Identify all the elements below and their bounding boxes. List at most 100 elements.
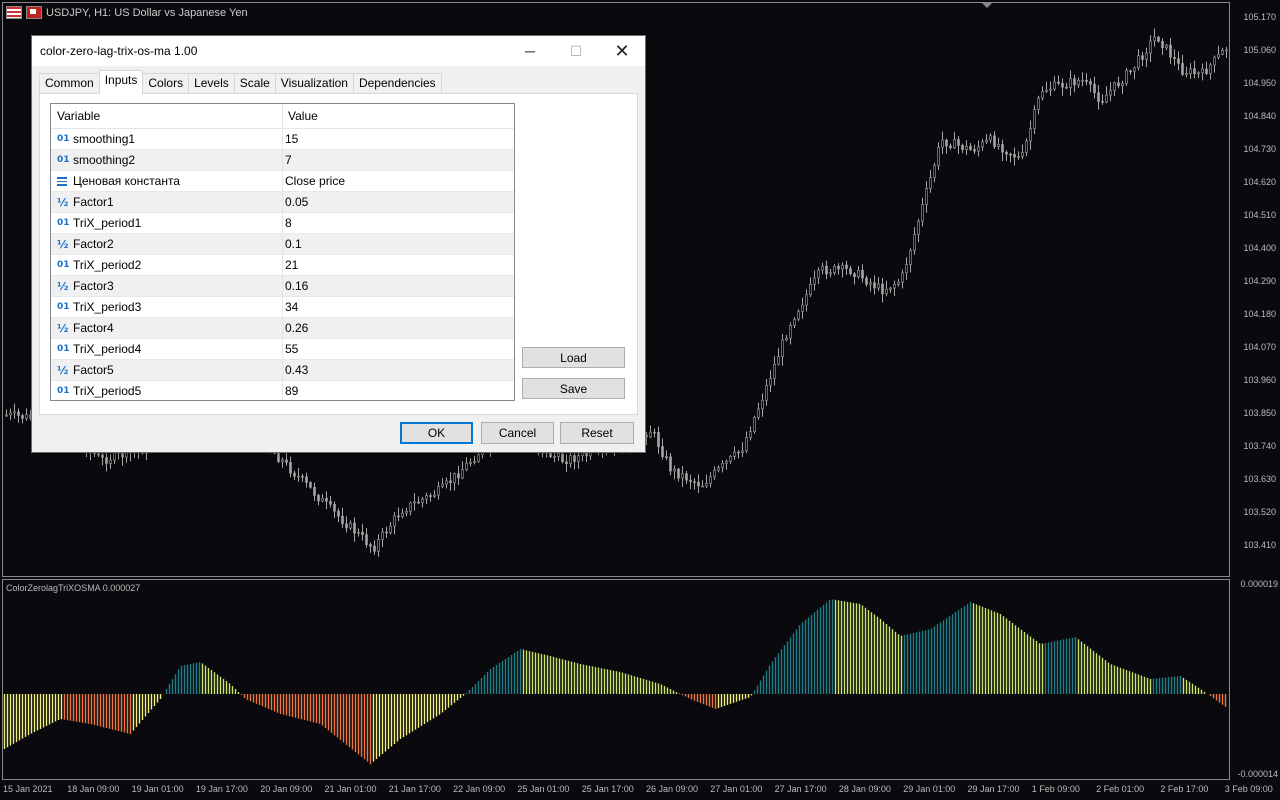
candle-body	[981, 141, 984, 148]
input-value[interactable]: 8	[282, 213, 292, 233]
double-type-icon: ½	[57, 237, 69, 251]
input-value[interactable]: 0.43	[282, 360, 308, 380]
candle-body	[849, 268, 852, 275]
input-value[interactable]: 0.05	[282, 192, 308, 212]
candle-body	[1201, 68, 1204, 74]
tab-dependencies[interactable]: Dependencies	[352, 73, 442, 94]
candle-body	[857, 270, 860, 278]
candle-body	[773, 363, 776, 379]
candle-body	[1029, 128, 1032, 142]
close-icon[interactable]: ✕	[599, 36, 645, 66]
candle-body	[705, 483, 708, 487]
column-header-value[interactable]: Value	[282, 104, 318, 128]
candle-body	[845, 264, 848, 269]
candle-body	[1009, 153, 1012, 156]
candle-body	[1089, 81, 1092, 85]
reset-button[interactable]: Reset	[560, 422, 634, 444]
candle-body	[573, 455, 576, 462]
input-row[interactable]: ½ Factor3 0.16	[51, 276, 514, 297]
input-value[interactable]: 0.26	[282, 318, 308, 338]
ok-button[interactable]: OK	[400, 422, 473, 444]
save-button[interactable]: Save	[522, 378, 625, 399]
load-button[interactable]: Load	[522, 347, 625, 368]
input-row[interactable]: 01 TriX_period1 8	[51, 213, 514, 234]
candle-body	[309, 482, 312, 488]
candle-body	[925, 188, 928, 205]
column-header-variable[interactable]: Variable	[51, 109, 282, 123]
candle-body	[877, 283, 880, 289]
candle-body	[1097, 92, 1100, 102]
tab-colors[interactable]: Colors	[142, 73, 190, 94]
candle-body	[557, 453, 560, 457]
minimize-icon[interactable]: ─	[507, 36, 553, 66]
candle-body	[1177, 58, 1180, 64]
input-value[interactable]: 15	[282, 129, 298, 149]
cancel-button[interactable]: Cancel	[481, 422, 554, 444]
candle-body	[285, 459, 288, 463]
candle-body	[105, 457, 108, 464]
candle-body	[5, 414, 8, 417]
candle-body	[401, 512, 404, 517]
candle-body	[721, 462, 724, 468]
tab-visualization[interactable]: Visualization	[274, 73, 354, 94]
input-row[interactable]: Ценовая константа Close price	[51, 171, 514, 192]
tab-scale[interactable]: Scale	[233, 73, 276, 94]
input-row[interactable]: 01 TriX_period4 55	[51, 339, 514, 360]
input-value[interactable]: 7	[282, 150, 292, 170]
tab-common[interactable]: Common	[39, 73, 100, 94]
input-row[interactable]: 01 smoothing2 7	[51, 150, 514, 171]
input-value[interactable]: 21	[282, 255, 298, 275]
candle-body	[1033, 109, 1036, 129]
candle-body	[909, 250, 912, 265]
candle-body	[993, 135, 996, 147]
dialog-titlebar[interactable]: color-zero-lag-trix-os-ma 1.00 ─ ☐ ✕	[32, 36, 645, 66]
input-value[interactable]: 89	[282, 381, 298, 400]
price-label: 103.630	[1243, 474, 1276, 484]
candle-body	[749, 431, 752, 438]
candle-body	[741, 450, 744, 454]
candle-body	[373, 545, 376, 552]
input-row[interactable]: ½ Factor2 0.1	[51, 234, 514, 255]
input-row[interactable]: ½ Factor5 0.43	[51, 360, 514, 381]
input-value[interactable]: 34	[282, 297, 298, 317]
candle-body	[793, 318, 796, 326]
input-value[interactable]: 0.16	[282, 276, 308, 296]
candle-body	[989, 135, 992, 141]
input-name: smoothing2	[73, 153, 136, 167]
input-row[interactable]: ½ Factor4 0.26	[51, 318, 514, 339]
candle-body	[293, 472, 296, 477]
candle-body	[805, 294, 808, 306]
input-value[interactable]: Close price	[282, 171, 345, 191]
candle-body	[113, 451, 116, 461]
candle-body	[973, 149, 976, 152]
input-value[interactable]: 55	[282, 339, 298, 359]
candle-body	[441, 483, 444, 487]
candle-body	[1121, 83, 1124, 87]
input-value[interactable]: 0.1	[282, 234, 302, 254]
symbol-title: USDJPY, H1: US Dollar vs Japanese Yen	[46, 6, 248, 19]
tab-levels[interactable]: Levels	[188, 73, 235, 94]
candle-body	[465, 462, 468, 471]
time-label: 22 Jan 09:00	[453, 784, 506, 794]
input-row[interactable]: ½ Factor1 0.05	[51, 192, 514, 213]
candle-body	[725, 461, 728, 464]
input-row[interactable]: 01 TriX_period2 21	[51, 255, 514, 276]
candle-body	[1173, 57, 1176, 60]
tab-inputs[interactable]: Inputs	[98, 70, 144, 94]
time-label: 29 Jan 01:00	[903, 784, 956, 794]
candle-body	[429, 495, 432, 497]
candle-body	[1077, 80, 1080, 86]
input-name: TriX_period1	[73, 216, 142, 230]
candle-body	[1069, 78, 1072, 88]
input-row[interactable]: 01 TriX_period5 89	[51, 381, 514, 400]
candle-body	[561, 453, 564, 463]
candle-body	[1025, 140, 1028, 153]
input-row[interactable]: 01 smoothing1 15	[51, 129, 514, 150]
price-label: 104.180	[1243, 309, 1276, 319]
candle-body	[1169, 44, 1172, 58]
candle-body	[737, 451, 740, 454]
candle-body	[1145, 52, 1148, 60]
candle-body	[937, 146, 940, 167]
input-row[interactable]: 01 TriX_period3 34	[51, 297, 514, 318]
input-name: Factor2	[73, 237, 114, 251]
